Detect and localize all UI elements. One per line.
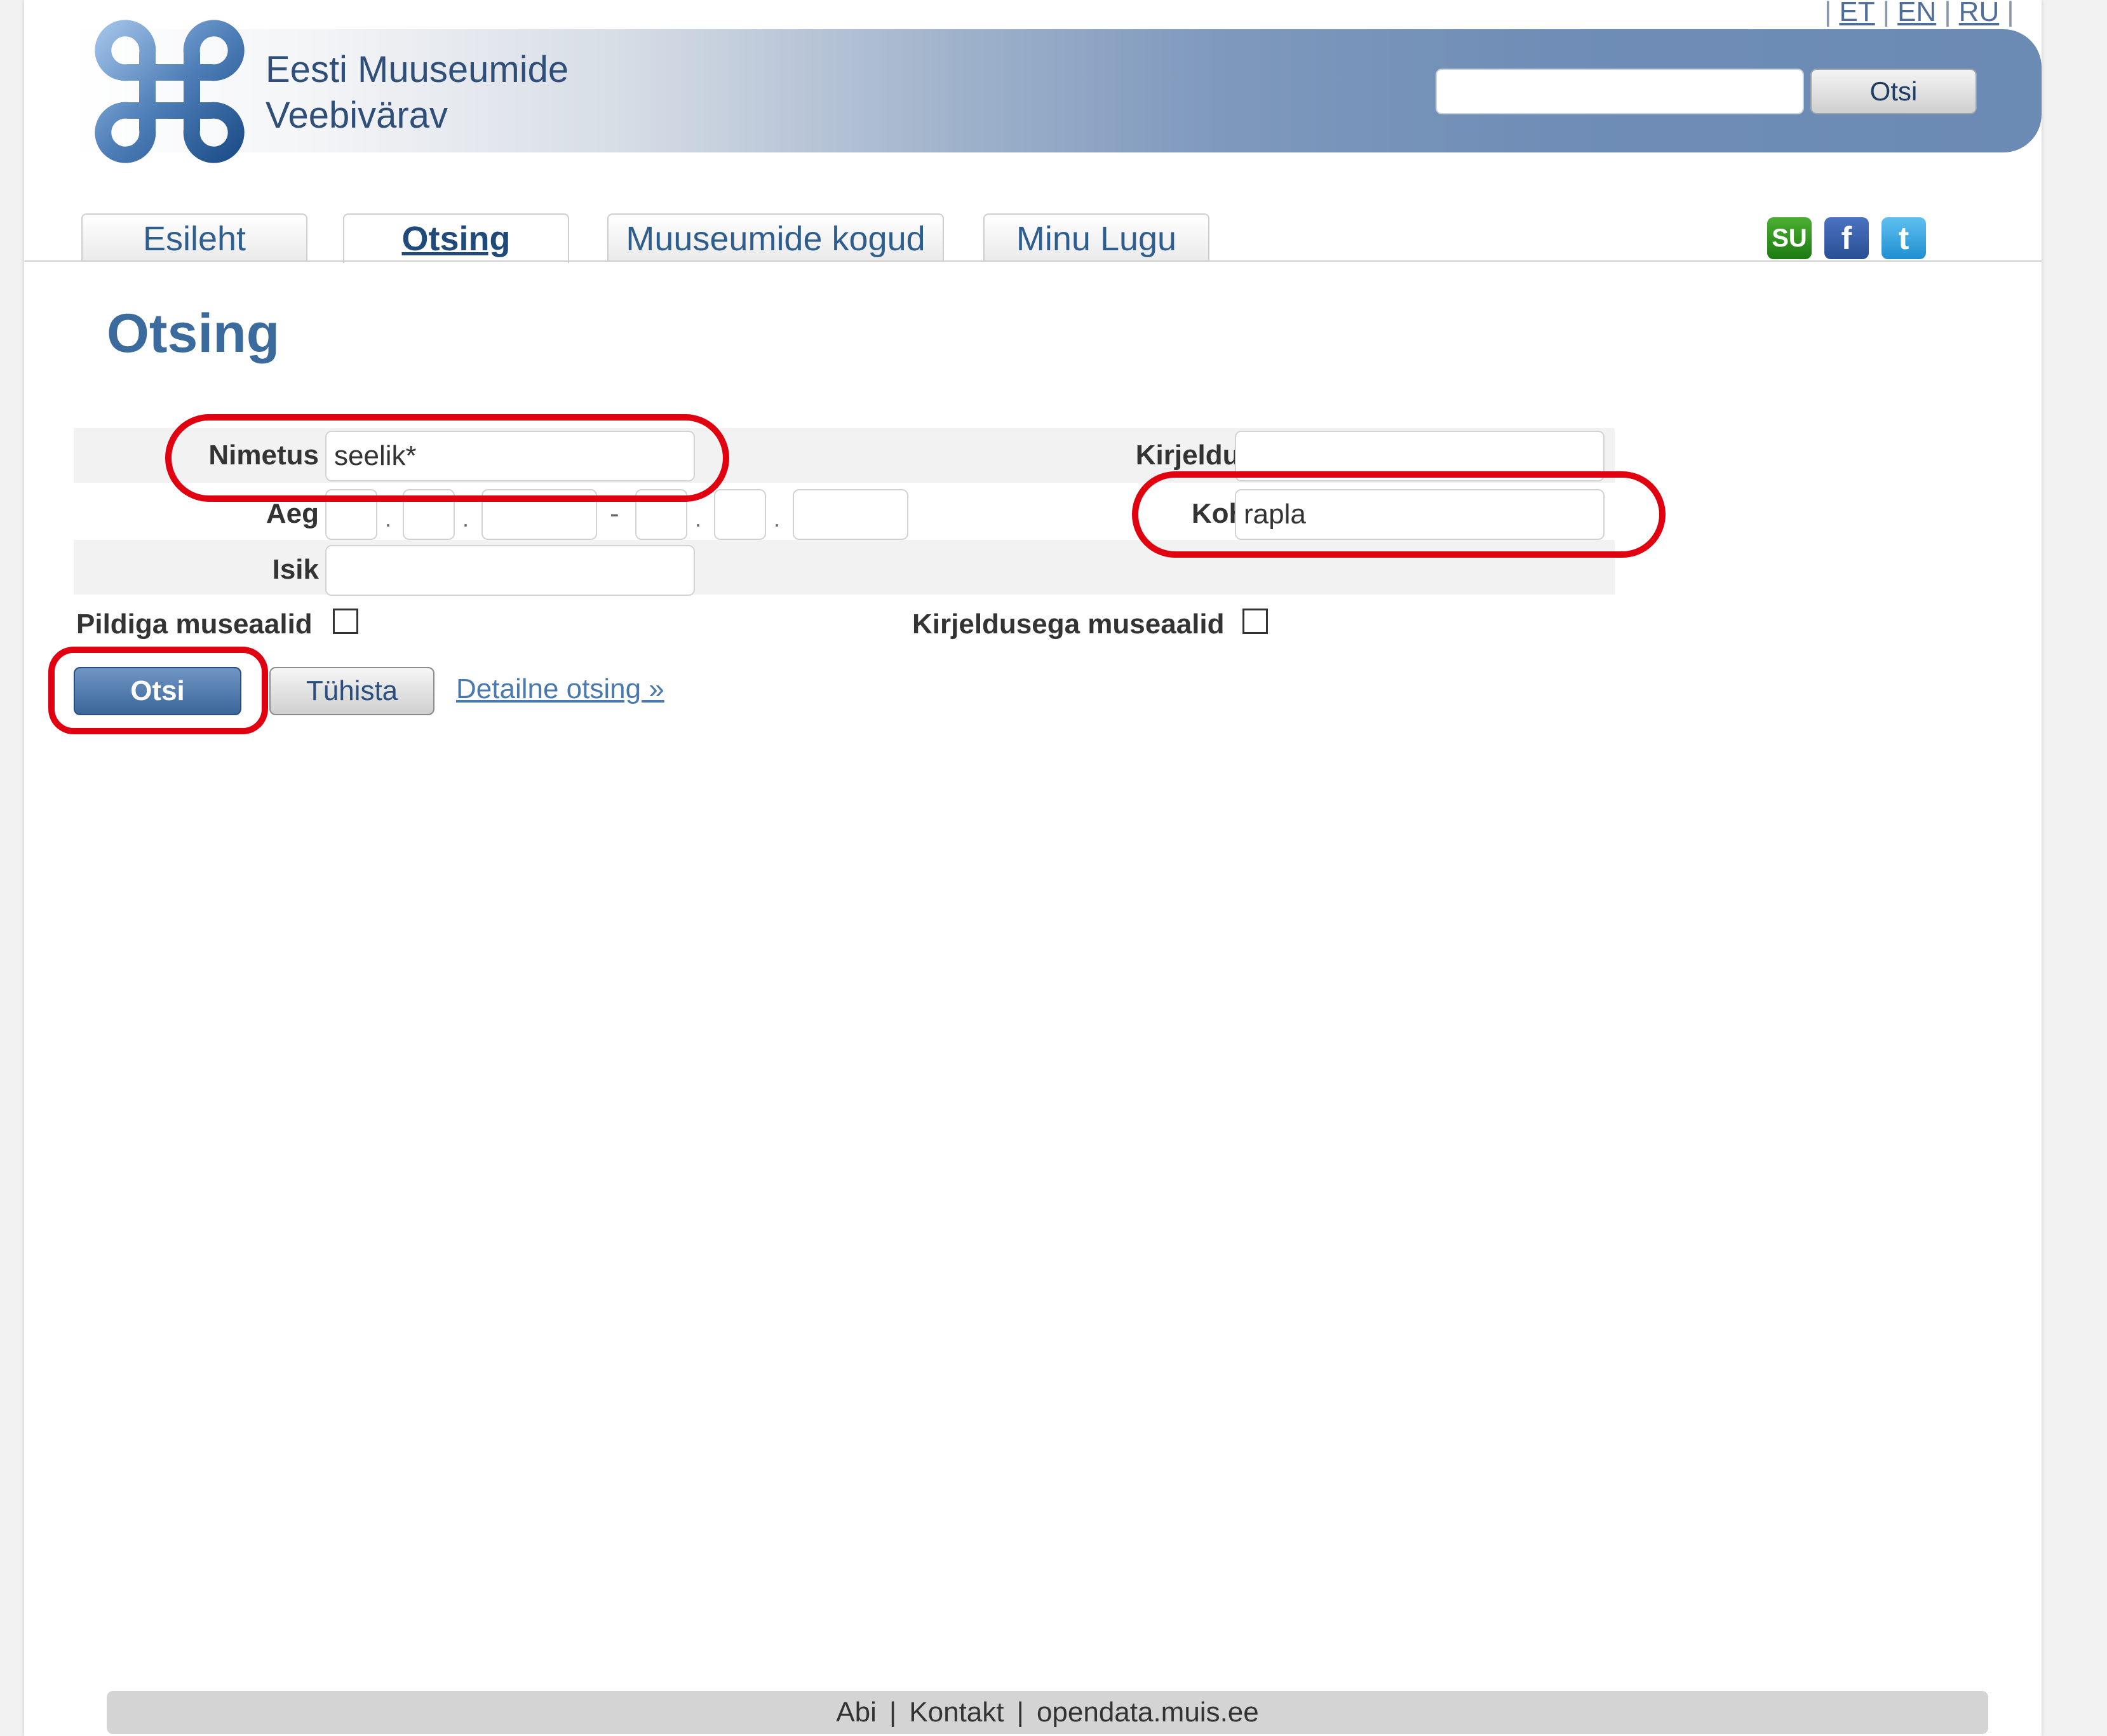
date-separator: . bbox=[385, 506, 392, 532]
isik-label: Isik bbox=[272, 554, 319, 585]
nimetus-highlight bbox=[165, 414, 729, 502]
date-separator: . bbox=[774, 506, 781, 532]
tab-minu-lugu[interactable]: Minu Lugu bbox=[983, 213, 1209, 262]
tabs-divider bbox=[24, 260, 2042, 262]
footer-abi-link[interactable]: Abi bbox=[836, 1697, 877, 1728]
reset-button[interactable]: Tühista bbox=[269, 667, 434, 715]
koht-highlight bbox=[1132, 471, 1666, 558]
museum-logo-icon[interactable] bbox=[90, 15, 249, 168]
detailed-search-link[interactable]: Detailne otsing » bbox=[456, 673, 664, 705]
kirjeldus-label: Kirjeldus bbox=[1135, 440, 1255, 471]
stumbleupon-icon[interactable]: SU bbox=[1767, 217, 1812, 259]
kirjeldusega-label: Kirjeldusega museaalid bbox=[912, 609, 1225, 640]
lang-et-link[interactable]: ET bbox=[1839, 0, 1875, 27]
footer-opendata-link[interactable]: opendata.muis.ee bbox=[1037, 1697, 1259, 1728]
aeg-to-month[interactable] bbox=[714, 489, 766, 540]
footer-kontakt-link[interactable]: Kontakt bbox=[909, 1697, 1004, 1728]
search-button-highlight bbox=[48, 647, 268, 734]
twitter-icon[interactable]: t bbox=[1881, 217, 1926, 259]
aeg-label: Aeg bbox=[266, 498, 319, 529]
footer: Abi | Kontakt | opendata.muis.ee bbox=[107, 1691, 1988, 1734]
site-title-line1: Eesti Muuseumide bbox=[266, 49, 569, 90]
date-separator: . bbox=[695, 506, 702, 532]
page-title: Otsing bbox=[107, 303, 280, 364]
language-switcher: | ET | EN | RU | bbox=[1817, 0, 2022, 28]
kirjeldusega-checkbox[interactable] bbox=[1242, 609, 1268, 634]
range-separator: - bbox=[610, 498, 619, 529]
pildiga-label: Pildiga museaalid bbox=[76, 609, 313, 640]
site-title[interactable]: Eesti Muuseumide Veebivärav bbox=[266, 47, 569, 138]
header-search-button[interactable]: Otsi bbox=[1810, 69, 1977, 114]
date-separator: . bbox=[462, 506, 469, 532]
tab-esileht[interactable]: Esileht bbox=[81, 213, 307, 262]
facebook-icon[interactable]: f bbox=[1824, 217, 1869, 259]
page-container: | ET | EN | RU | Eesti Muuseumide Veebivärav O… bbox=[24, 0, 2042, 1736]
tab-otsing[interactable]: Otsing bbox=[343, 213, 569, 263]
site-title-line2: Veebivärav bbox=[266, 95, 448, 136]
lang-en-link[interactable]: EN bbox=[1897, 0, 1936, 27]
aeg-to-year[interactable] bbox=[793, 489, 908, 540]
header-search-input[interactable] bbox=[1436, 69, 1804, 114]
tab-muuseumide-kogud[interactable]: Muuseumide kogud bbox=[607, 213, 944, 262]
pildiga-checkbox[interactable] bbox=[333, 609, 358, 634]
lang-ru-link[interactable]: RU bbox=[1959, 0, 2000, 27]
isik-field[interactable] bbox=[325, 545, 695, 596]
